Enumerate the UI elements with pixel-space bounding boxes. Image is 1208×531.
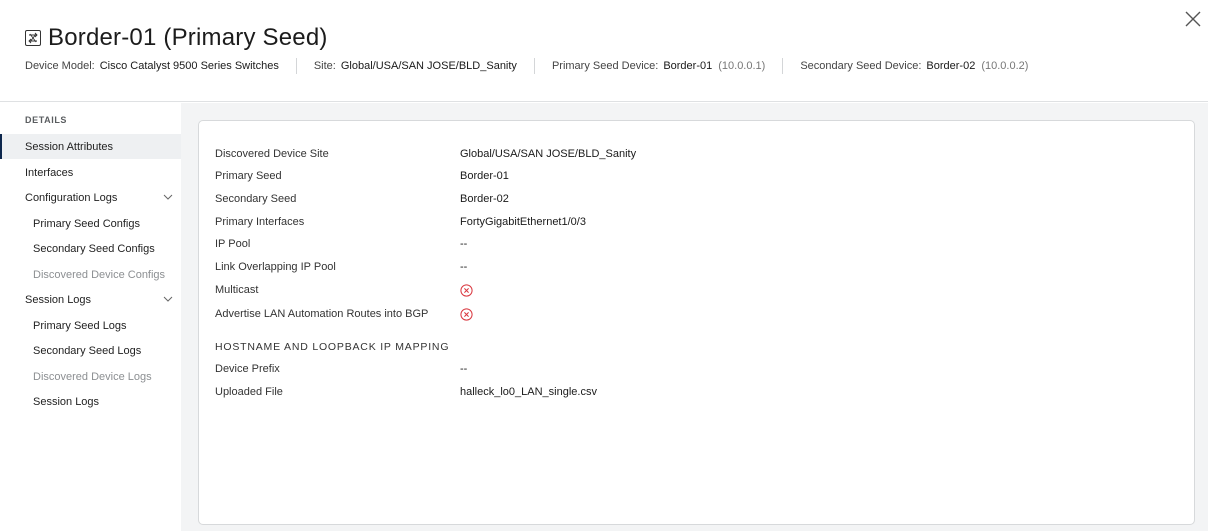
switch-icon (25, 30, 41, 46)
detail-value: -- (460, 238, 468, 250)
sidebar-item-label: Interfaces (25, 166, 74, 179)
sidebar-item-label: Session Logs (33, 395, 100, 408)
sidebar-item-label: Primary Seed Configs (33, 217, 140, 230)
disabled-x-circle-icon (460, 307, 473, 321)
detail-value: Global/USA/SAN JOSE/BLD_Sanity (460, 148, 637, 160)
uploaded-file-name: halleck_lo0_LAN_single.csv (460, 386, 597, 398)
detail-label: Link Overlapping IP Pool (215, 261, 336, 273)
sidebar-item-secondary-seed-logs[interactable]: Secondary Seed Logs (0, 338, 181, 363)
sidebar-item-session-attributes[interactable]: Session Attributes (0, 134, 181, 159)
sidebar-item-label: Primary Seed Logs (33, 319, 127, 332)
meta-value: Cisco Catalyst 9500 Series Switches (99, 60, 279, 72)
sidebar-item-session-logs[interactable]: Session Logs (0, 389, 181, 414)
sidebar-item-label: Secondary Seed Logs (33, 344, 142, 357)
detail-label: Discovered Device Site (215, 148, 329, 160)
detail-label: Primary Seed (215, 170, 282, 182)
device-model-meta: Device Model: Cisco Catalyst 9500 Series… (25, 60, 279, 72)
meta-ip: (10.0.0.2) (981, 60, 1029, 72)
chevron-down-icon[interactable] (163, 294, 173, 304)
session-attributes-panel: Discovered Device Site Global/USA/SAN JO… (198, 120, 1195, 525)
detail-row: Device Prefix -- (215, 361, 467, 377)
site-meta: Site: Global/USA/SAN JOSE/BLD_Sanity (314, 60, 517, 72)
detail-row: Advertise LAN Automation Routes into BGP (215, 306, 473, 322)
sidebar-item-label: Secondary Seed Configs (33, 242, 155, 255)
sidebar-item-label: Session Attributes (25, 140, 114, 153)
page-title: Border-01 (Primary Seed) (48, 24, 328, 51)
sidebar-item-discovered-device-logs: Discovered Device Logs (0, 364, 181, 389)
meta-divider (782, 58, 784, 74)
sidebar-item-configuration-logs[interactable]: Configuration Logs (0, 185, 181, 210)
detail-row: Primary Interfaces FortyGigabitEthernet1… (215, 214, 586, 230)
meta-value: Global/USA/SAN JOSE/BLD_Sanity (340, 60, 517, 72)
disabled-x-circle-icon (460, 283, 473, 297)
detail-row: Secondary Seed Border-02 (215, 191, 509, 207)
content-area: DETAILS Session Attributes Interfaces Co… (0, 103, 1208, 531)
meta-label: Device Model: (25, 60, 95, 72)
header: Border-01 (Primary Seed) Device Model: C… (0, 0, 1208, 102)
meta-value: Border-02 (926, 60, 976, 72)
detail-row: IP Pool -- (215, 236, 467, 252)
detail-label: Uploaded File (215, 386, 283, 398)
sidebar-item-secondary-seed-configs[interactable]: Secondary Seed Configs (0, 236, 181, 261)
primary-seed-meta: Primary Seed Device: Border-01 (10.0.0.1… (552, 60, 765, 72)
detail-label: Device Prefix (215, 363, 280, 375)
detail-row: Primary Seed Border-01 (215, 168, 509, 184)
sidebar-item-label: Discovered Device Logs (33, 370, 152, 383)
detail-value: -- (460, 261, 468, 273)
meta-ip: (10.0.0.1) (718, 60, 766, 72)
sidebar-item-primary-seed-configs[interactable]: Primary Seed Configs (0, 211, 181, 236)
section-title: Hostname and Loopback IP Mapping (215, 341, 450, 353)
sidebar-item-label: Session Logs (25, 293, 92, 306)
chevron-down-icon[interactable] (163, 192, 173, 202)
meta-divider (533, 58, 535, 74)
detail-value: -- (460, 363, 468, 375)
meta-label: Primary Seed Device: (551, 60, 659, 72)
sidebar-item-label: Discovered Device Configs (33, 268, 166, 281)
detail-label: Advertise LAN Automation Routes into BGP (215, 308, 429, 320)
secondary-seed-meta: Secondary Seed Device: Border-02 (10.0.0… (800, 60, 1028, 72)
sidebar-item-primary-seed-logs[interactable]: Primary Seed Logs (0, 313, 181, 338)
detail-row: Link Overlapping IP Pool -- (215, 259, 467, 275)
sidebar: DETAILS Session Attributes Interfaces Co… (0, 103, 181, 531)
meta-label: Secondary Seed Device: (800, 60, 922, 72)
detail-label: Multicast (215, 284, 259, 296)
detail-value: Border-01 (460, 170, 509, 182)
sidebar-item-discovered-device-configs: Discovered Device Configs (0, 262, 181, 287)
sidebar-item-label: Configuration Logs (25, 191, 118, 204)
detail-label: Secondary Seed (215, 193, 297, 205)
device-meta: Device Model: Cisco Catalyst 9500 Series… (25, 58, 1028, 74)
detail-label: IP Pool (215, 238, 251, 250)
meta-value: Border-01 (663, 60, 713, 72)
detail-label: Primary Interfaces (215, 216, 305, 228)
detail-row: Multicast (215, 282, 473, 298)
sidebar-heading: DETAILS (25, 115, 68, 125)
detail-row: Uploaded File halleck_lo0_LAN_single.csv (215, 384, 597, 400)
sidebar-item-session-logs-group[interactable]: Session Logs (0, 287, 181, 312)
detail-row: Discovered Device Site Global/USA/SAN JO… (215, 146, 636, 162)
detail-value: FortyGigabitEthernet1/0/3 (460, 216, 586, 228)
meta-label: Site: (313, 60, 336, 72)
sidebar-item-interfaces[interactable]: Interfaces (0, 160, 181, 185)
meta-divider (295, 58, 297, 74)
title-row: Border-01 (Primary Seed) (25, 24, 328, 52)
detail-value: Border-02 (460, 193, 509, 205)
close-icon[interactable] (1182, 8, 1204, 30)
